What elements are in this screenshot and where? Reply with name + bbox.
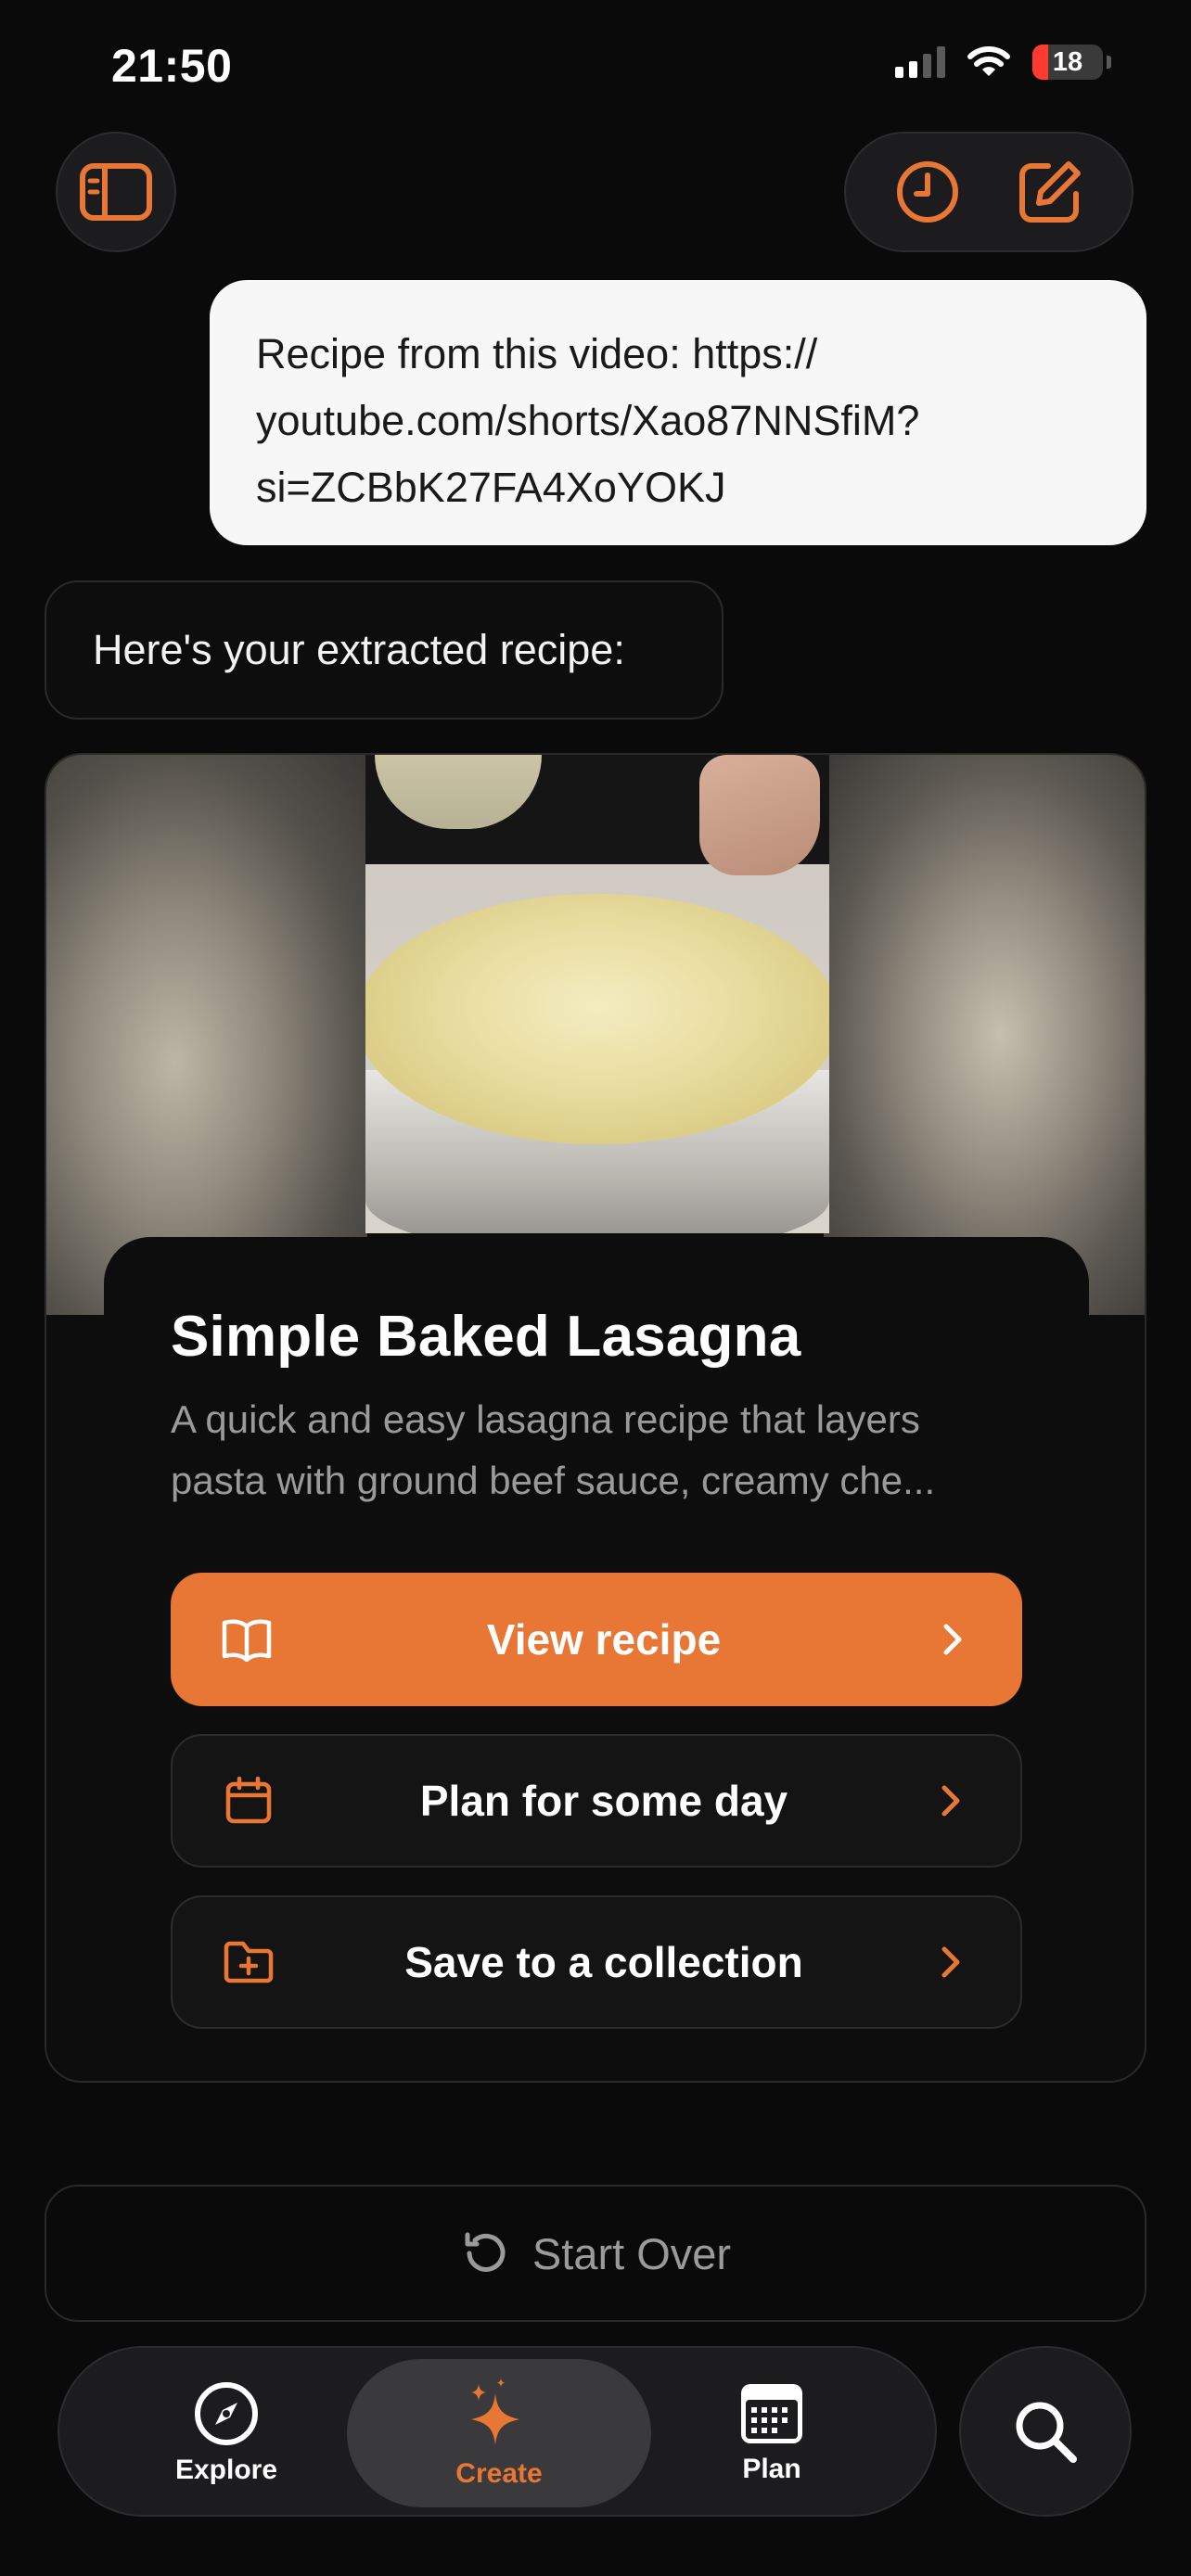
sparkles-icon <box>471 2378 519 2445</box>
new-chat-button[interactable] <box>1011 153 1089 231</box>
plan-for-some-day-label: Plan for some day <box>419 1777 788 1825</box>
recipe-card: Simple Baked Lasagna A quick and easy la… <box>45 753 1146 2083</box>
save-to-collection-label: Save to a collection <box>404 1938 803 1986</box>
restart-icon <box>465 2232 506 2272</box>
compass-icon <box>195 2382 258 2445</box>
assistant-message-bubble: Here's your extracted recipe: <box>45 580 724 720</box>
tab-plan-label: Plan <box>742 2454 801 2484</box>
start-over-button[interactable]: Start Over <box>45 2185 1146 2322</box>
status-time: 21:50 <box>111 40 233 92</box>
history-button[interactable] <box>889 153 967 231</box>
cellular-signal-icon <box>895 46 945 78</box>
user-message-line: Recipe from this video: https:// <box>256 330 818 377</box>
compose-icon <box>1019 161 1081 223</box>
shredded-cheese-image <box>365 894 829 1144</box>
cheese-bowl-image <box>375 755 542 829</box>
recipe-title: Simple Baked Lasagna <box>171 1305 801 1369</box>
tab-plan[interactable]: Plan <box>660 2359 883 2507</box>
calendar-grid-icon <box>741 2384 802 2443</box>
search-icon <box>1016 2402 1077 2463</box>
battery-nub <box>1107 56 1111 69</box>
battery-level: 18 <box>1052 46 1083 77</box>
view-recipe-button[interactable]: View recipe <box>171 1573 1022 1706</box>
hand-image <box>699 755 820 875</box>
start-over-label: Start Over <box>531 2228 732 2278</box>
thumbnail-blur-right <box>824 755 1145 1315</box>
chevron-right-icon <box>933 1775 970 1827</box>
battery-icon: 18 <box>1032 45 1103 80</box>
search-button[interactable] <box>959 2346 1132 2517</box>
thumbnail-image <box>365 755 829 1233</box>
view-recipe-label: View recipe <box>486 1615 722 1664</box>
tab-explore-label: Explore <box>174 2455 278 2485</box>
wifi-icon <box>967 46 1010 76</box>
user-message-bubble: Recipe from this video: https:// youtube… <box>210 280 1146 545</box>
assistant-message-text: Here's your extracted recipe: <box>93 626 625 673</box>
save-to-collection-button[interactable]: Save to a collection <box>171 1895 1022 2029</box>
sidebar-icon <box>80 163 152 221</box>
recipe-description: A quick and easy lasagna recipe that lay… <box>171 1389 1024 1511</box>
description-line: A quick and easy lasagna recipe that lay… <box>171 1397 920 1441</box>
user-message-line: youtube.com/shorts/Xao87NNSfiM? <box>256 397 920 444</box>
recipe-info-panel: Simple Baked Lasagna A quick and easy la… <box>104 1237 1089 2072</box>
tab-create-label: Create <box>455 2458 543 2489</box>
bottom-tab-bar: Explore Create Plan <box>58 2346 937 2517</box>
chevron-right-icon <box>935 1613 972 1665</box>
clock-icon <box>897 161 958 223</box>
chevron-right-icon <box>933 1936 970 1988</box>
thumbnail-blur-left <box>46 755 367 1315</box>
tab-create[interactable]: Create <box>347 2359 651 2507</box>
plan-for-some-day-button[interactable]: Plan for some day <box>171 1734 1022 1868</box>
description-line: pasta with ground beef sauce, creamy che… <box>171 1459 936 1502</box>
book-open-icon <box>221 1613 273 1665</box>
top-actions <box>844 132 1133 252</box>
sidebar-toggle-button[interactable] <box>56 132 176 252</box>
recipe-video-thumbnail[interactable] <box>46 755 1145 1315</box>
calendar-icon <box>223 1775 275 1827</box>
folder-plus-icon <box>223 1936 275 1988</box>
tab-explore[interactable]: Explore <box>115 2359 338 2507</box>
user-message-line: si=ZCBbK27FA4XoYOKJ <box>256 464 726 511</box>
status-indicators: 18 <box>895 45 1111 80</box>
